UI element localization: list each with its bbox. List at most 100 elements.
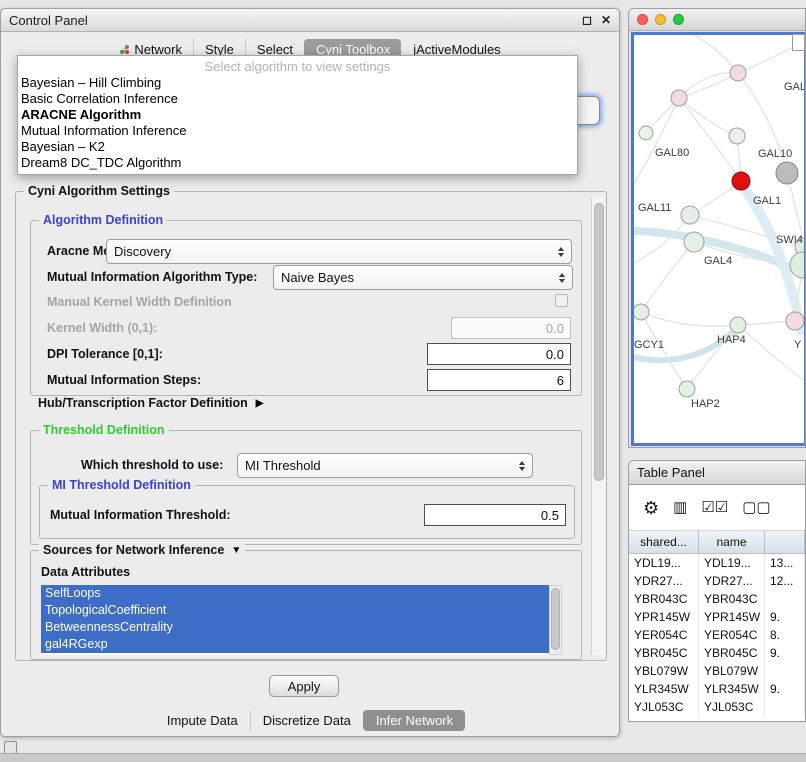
table-row[interactable]: YBR043CYBR043C (629, 590, 805, 608)
control-panel-title: Control Panel (9, 13, 88, 28)
mi-threshold-field[interactable]: 0.5 (424, 504, 566, 526)
select-all-columns-icon[interactable]: ☑☑ (701, 500, 728, 515)
sources-group-title-row[interactable]: Sources for Network Inference ▼ (39, 543, 245, 557)
algorithm-dropdown: Bayesian – Hill ClimbingBasic Correlatio… (18, 75, 577, 171)
algorithm-option[interactable]: Basic Correlation Inference (18, 91, 577, 107)
table-cell (765, 698, 805, 716)
table-row[interactable]: YBR045CYBR045C9. (629, 644, 805, 662)
attribute-item[interactable]: TopologicalCoefficient (41, 602, 549, 619)
algorithm-option[interactable]: Mutual Information Inference (18, 123, 577, 139)
column-header[interactable]: shared... (629, 531, 699, 553)
mi-type-select[interactable]: Naive Bayes (273, 265, 573, 290)
network-edge (679, 98, 737, 136)
network-window-titlebar[interactable] (629, 9, 805, 31)
table-cell: YDL19... (699, 554, 765, 572)
which-threshold-value: MI Threshold (245, 458, 321, 473)
attribute-item[interactable]: SelfLoops (41, 585, 549, 602)
network-node[interactable] (681, 206, 699, 224)
mi-steps-field[interactable]: 6 (427, 369, 571, 391)
table-body: YDL19...YDL19...13...YDR27...YDR27...12.… (629, 554, 805, 716)
network-node[interactable] (671, 90, 687, 106)
data-attributes-list[interactable]: SelfLoopsTopologicalCoefficientBetweenne… (41, 585, 549, 655)
kernel-width-field[interactable]: 0.0 (451, 317, 571, 339)
float-panel-icon[interactable]: ◻ (582, 13, 592, 27)
collapsed-arrow-icon[interactable]: ▶ (256, 398, 264, 409)
aracne-mode-value: Discovery (114, 244, 171, 259)
network-node[interactable] (776, 162, 798, 184)
algorithm-option[interactable]: Dream8 DC_TDC Algorithm (18, 155, 577, 171)
network-node[interactable] (732, 172, 750, 190)
table-row[interactable]: YDR27...YDR27...12... (629, 572, 805, 590)
zoom-window-button[interactable] (673, 14, 684, 25)
table-cell: YBR043C (699, 590, 765, 608)
network-node[interactable] (730, 65, 746, 81)
network-node[interactable] (634, 304, 649, 320)
network-view-window: GAL80GAL10GALGAL11GAL1SWI4GAL4GCY1HAP4YH… (628, 8, 806, 448)
node-label: GAL11 (638, 202, 671, 214)
network-node[interactable] (790, 252, 806, 278)
table-row[interactable]: YPR145WYPR145W9. (629, 608, 805, 626)
network-node[interactable] (679, 381, 695, 397)
node-label: GAL1 (753, 195, 781, 207)
network-svg: GAL80GAL10GALGAL11GAL1SWI4GAL4GCY1HAP4YH… (634, 35, 806, 443)
minimize-window-button[interactable] (655, 14, 666, 25)
aracne-mode-select[interactable]: Discovery (106, 239, 572, 264)
column-header[interactable] (765, 531, 805, 553)
which-threshold-select[interactable]: MI Threshold (237, 453, 533, 478)
apply-button[interactable]: Apply (269, 675, 339, 697)
control-panel-titlebar[interactable]: Control Panel ◻ ✕ (1, 9, 619, 32)
sources-group: Sources for Network Inference ▼ Data Att… (30, 550, 582, 660)
settings-scrollbar-thumb[interactable] (594, 203, 604, 481)
table-cell: YLR345W (699, 680, 765, 698)
node-label: SWI4 (776, 234, 803, 246)
table-row[interactable]: YER054CYER054C8. (629, 626, 805, 644)
gear-icon[interactable]: ⚙ (643, 499, 659, 517)
manual-kernel-checkbox[interactable] (555, 294, 568, 307)
node-label: HAP4 (717, 334, 746, 346)
algorithm-option[interactable]: Bayesian – K2 (18, 139, 577, 155)
settings-scrollbar[interactable] (591, 197, 605, 655)
manual-kernel-label: Manual Kernel Width Definition (47, 295, 232, 309)
network-tab-icon (119, 44, 130, 55)
attributes-list-scrollbar[interactable] (549, 585, 562, 655)
network-edge (738, 325, 806, 383)
network-node[interactable] (684, 232, 704, 252)
network-node[interactable] (639, 126, 653, 140)
network-canvas[interactable]: GAL80GAL10GALGAL11GAL1SWI4GAL4GCY1HAP4YH… (631, 32, 806, 446)
tab-discretize-data[interactable]: Discretize Data (250, 710, 363, 731)
network-node[interactable] (786, 312, 804, 330)
table-cell: YBL079W (699, 662, 765, 680)
columns-icon[interactable]: ▥ (673, 500, 687, 515)
table-panel-title: Table Panel (637, 465, 705, 480)
hub-definition-disclosure[interactable]: Hub/Transcription Factor Definition ▶ (38, 396, 263, 410)
algorithm-option[interactable]: Bayesian – Hill Climbing (18, 75, 577, 91)
attributes-scrollbar-thumb[interactable] (551, 588, 560, 650)
network-node[interactable] (729, 128, 745, 144)
node-label: HAP2 (691, 398, 720, 410)
close-panel-icon[interactable]: ✕ (601, 13, 611, 27)
tab-impute-data[interactable]: Impute Data (155, 710, 250, 731)
table-row[interactable]: YDL19...YDL19...13... (629, 554, 805, 572)
dpi-tolerance-field[interactable]: 0.0 (427, 343, 571, 365)
column-header[interactable]: name (699, 531, 765, 553)
network-node[interactable] (730, 317, 746, 333)
table-row[interactable]: YLR345WYLR345W9. (629, 680, 805, 698)
attribute-item[interactable]: BetweennessCentrality (41, 619, 549, 636)
bottom-tab-bar: Impute DataDiscretize DataInfer Network (1, 709, 619, 731)
table-cell: YER054C (629, 626, 699, 644)
table-cell: YER054C (699, 626, 765, 644)
tab-infer-network[interactable]: Infer Network (363, 710, 465, 731)
table-cell: YDR27... (699, 572, 765, 590)
close-window-button[interactable] (637, 14, 648, 25)
mi-type-value: Naive Bayes (281, 270, 354, 285)
network-titlebar-controls (637, 14, 684, 25)
table-row[interactable]: YJL053CYJL053C (629, 698, 805, 716)
node-label: GAL80 (655, 147, 689, 159)
expanded-arrow-icon[interactable]: ▼ (231, 545, 241, 556)
algorithm-definition-group: Algorithm Definition Aracne Mode: Discov… (30, 220, 582, 396)
attribute-item[interactable]: gal4RGexp (41, 636, 549, 653)
table-panel-titlebar[interactable]: Table Panel (628, 460, 806, 485)
deselect-columns-icon[interactable]: ▢▢ (742, 500, 770, 515)
algorithm-option[interactable]: ARACNE Algorithm (18, 107, 577, 123)
table-row[interactable]: YBL079WYBL079W (629, 662, 805, 680)
